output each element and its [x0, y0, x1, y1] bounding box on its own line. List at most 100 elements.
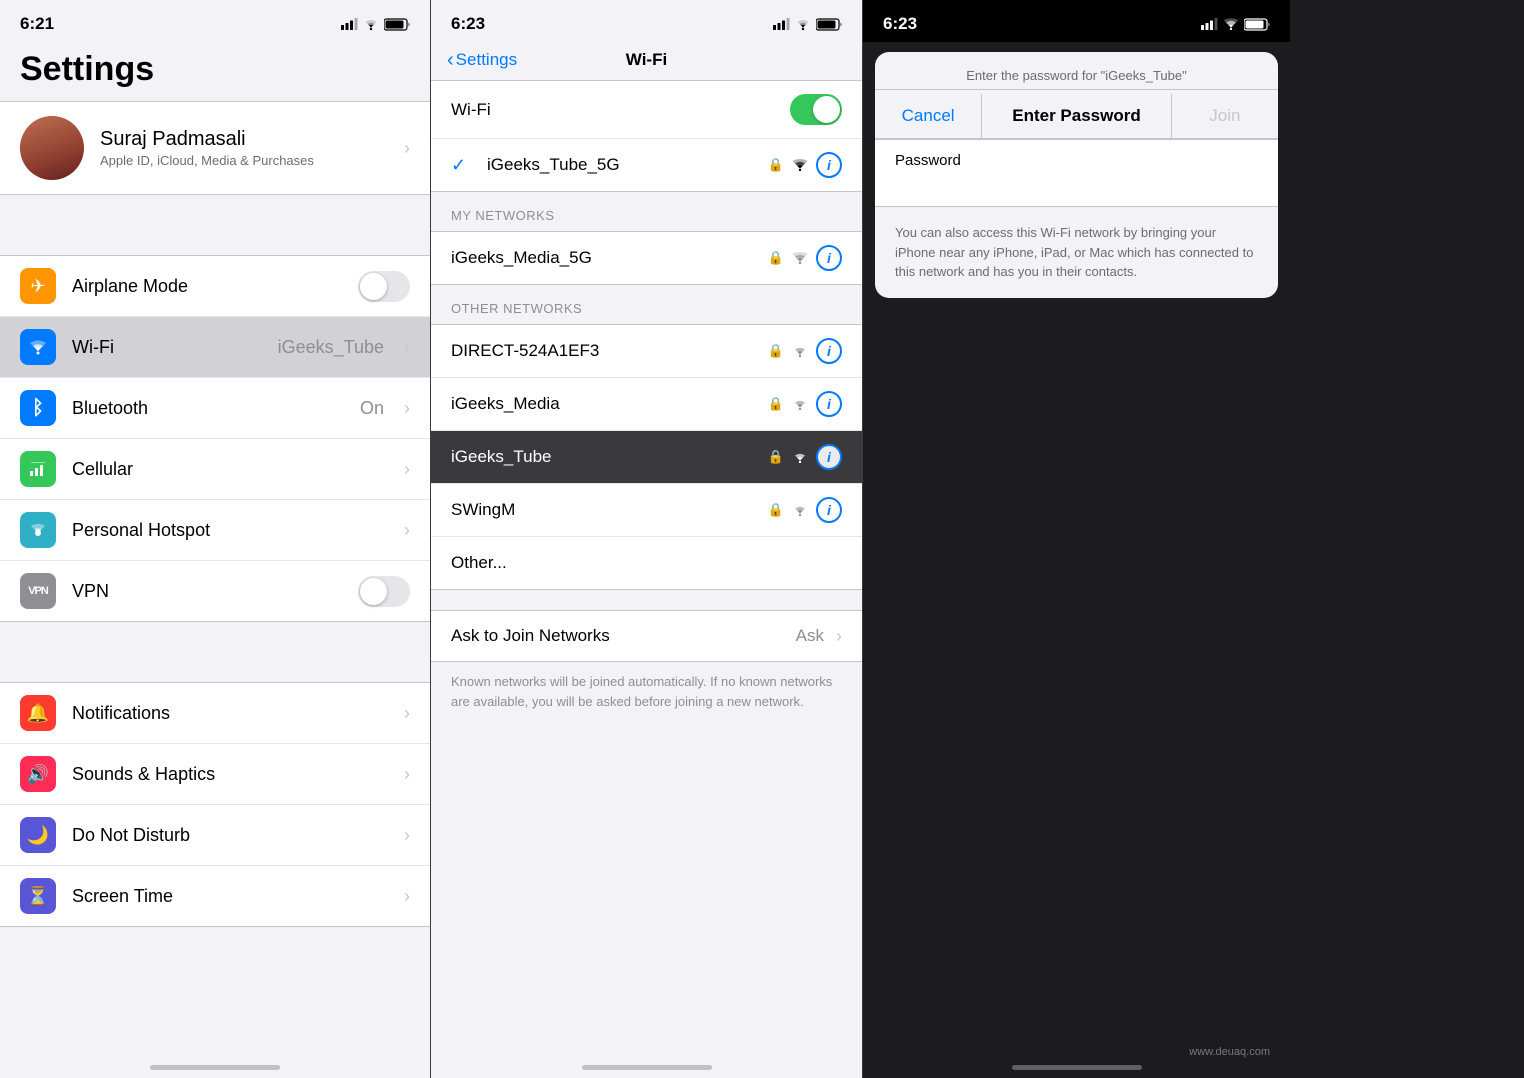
vpn-label: VPN	[72, 581, 342, 602]
wifi-swingm-icon	[792, 504, 808, 516]
lock-current-icon: 🔒	[768, 157, 784, 173]
join-button[interactable]: Join	[1172, 94, 1278, 138]
other-networks-group: DIRECT-524A1EF3 🔒 i iGeeks_Media 🔒	[431, 324, 862, 590]
other-network-swingm[interactable]: SWingM 🔒 i	[431, 484, 862, 537]
settings-back-button[interactable]: ‹ Settings	[447, 49, 517, 72]
notifications-icon: 🔔	[20, 695, 56, 731]
hotspot-label: Personal Hotspot	[72, 520, 388, 541]
cellular-icon	[20, 451, 56, 487]
battery-icon	[384, 18, 410, 31]
other-network-media[interactable]: iGeeks_Media 🔒 i	[431, 378, 862, 431]
airplane-mode-icon: ✈	[20, 268, 56, 304]
cancel-button[interactable]: Cancel	[875, 94, 981, 138]
current-network-row[interactable]: ✓ iGeeks_Tube_5G 🔒 i	[431, 139, 862, 191]
screentime-row[interactable]: ⏳ Screen Time ›	[0, 866, 430, 926]
wifi-strength-current-icon	[792, 159, 808, 171]
direct-icons: 🔒 i	[768, 338, 842, 364]
wifi-status-icon	[363, 18, 379, 30]
wifi-media-icon	[792, 398, 808, 410]
checkmark-icon: ✓	[451, 155, 475, 176]
airplane-mode-row[interactable]: ✈ Airplane Mode	[0, 256, 430, 317]
wifi-master-toggle[interactable]	[790, 94, 842, 125]
current-network-icons: 🔒 i	[768, 152, 842, 178]
media5g-info-btn[interactable]: i	[816, 245, 842, 271]
vpn-row[interactable]: VPN VPN	[0, 561, 430, 621]
settings-group-system: 🔔 Notifications › 🔊 Sounds & Haptics › 🌙…	[0, 682, 430, 927]
settings-panel: 6:21 Settings	[0, 0, 430, 1078]
signal-icon-wifi	[773, 18, 790, 30]
password-hint: You can also access this Wi-Fi network b…	[875, 207, 1278, 298]
cellular-row[interactable]: Cellular ›	[0, 439, 430, 500]
tube-label: iGeeks_Tube	[451, 447, 756, 467]
ask-join-label: Ask to Join Networks	[451, 626, 784, 646]
status-bar-settings: 6:21	[0, 0, 430, 42]
ask-join-chevron-icon: ›	[836, 626, 842, 647]
wifi-strength-media5g-icon	[792, 252, 808, 264]
notifications-row[interactable]: 🔔 Notifications ›	[0, 683, 430, 744]
my-network-media5g-label: iGeeks_Media_5G	[451, 248, 756, 268]
media-label: iGeeks_Media	[451, 394, 756, 414]
notifications-label: Notifications	[72, 703, 388, 724]
airplane-mode-toggle[interactable]	[358, 271, 410, 302]
bluetooth-row[interactable]: ᛒ Bluetooth On ›	[0, 378, 430, 439]
profile-row[interactable]: Suraj Padmasali Apple ID, iCloud, Media …	[0, 101, 430, 195]
signal-icon	[341, 18, 358, 30]
airplane-mode-label: Airplane Mode	[72, 276, 342, 297]
direct-info-btn[interactable]: i	[816, 338, 842, 364]
my-networks-group: iGeeks_Media_5G 🔒 i	[431, 231, 862, 285]
tube-info-btn[interactable]: i	[816, 444, 842, 470]
password-dialog: Enter the password for "iGeeks_Tube" Can…	[875, 52, 1278, 298]
hotspot-chevron-icon: ›	[404, 520, 410, 541]
bluetooth-chevron-icon: ›	[404, 398, 410, 419]
battery-icon-password	[1244, 18, 1270, 31]
wifi-panel: 6:23 ‹ Settings	[430, 0, 862, 1078]
cellular-label: Cellular	[72, 459, 388, 480]
wifi-toggle-row[interactable]: Wi-Fi	[431, 81, 862, 138]
sounds-row[interactable]: 🔊 Sounds & Haptics ›	[0, 744, 430, 805]
vpn-toggle[interactable]	[358, 576, 410, 607]
my-network-media5g[interactable]: iGeeks_Media_5G 🔒 i	[431, 232, 862, 284]
wifi-nav-bar: ‹ Settings Wi-Fi	[431, 42, 862, 80]
other-network-other[interactable]: Other...	[431, 537, 862, 589]
dialog-title-area: Enter the password for "iGeeks_Tube"	[875, 52, 1278, 89]
password-input[interactable]	[875, 173, 1278, 206]
bluetooth-icon: ᛒ	[20, 390, 56, 426]
my-networks-header: MY NETWORKS	[431, 192, 862, 231]
profile-name: Suraj Padmasali	[100, 128, 388, 151]
wifi-nav-title: Wi-Fi	[626, 50, 667, 70]
lock-swingm-icon: 🔒	[768, 502, 784, 518]
profile-chevron-icon: ›	[404, 138, 410, 159]
back-chevron-icon: ‹	[447, 49, 454, 72]
wifi-status-icon-wifi	[795, 18, 811, 30]
password-input-section: Password	[875, 139, 1278, 206]
donotdisturb-label: Do Not Disturb	[72, 825, 388, 846]
ask-join-note: Known networks will be joined automatica…	[431, 662, 862, 721]
status-time-wifi: 6:23	[451, 14, 485, 34]
wifi-row[interactable]: Wi-Fi iGeeks_Tube ›	[0, 317, 430, 378]
donotdisturb-icon: 🌙	[20, 817, 56, 853]
status-icons-settings	[341, 18, 410, 31]
status-time-password: 6:23	[883, 14, 917, 34]
media-info-btn[interactable]: i	[816, 391, 842, 417]
screentime-chevron-icon: ›	[404, 886, 410, 907]
sounds-icon: 🔊	[20, 756, 56, 792]
bluetooth-value: On	[360, 398, 384, 419]
profile-subtitle: Apple ID, iCloud, Media & Purchases	[100, 153, 388, 168]
password-panel: 6:23 Enter the password	[862, 0, 1290, 1078]
ask-join-value: Ask	[796, 626, 824, 646]
other-network-tube[interactable]: iGeeks_Tube 🔒 i	[431, 431, 862, 484]
swingm-info-btn[interactable]: i	[816, 497, 842, 523]
hotspot-row[interactable]: Personal Hotspot ›	[0, 500, 430, 561]
home-indicator-wifi	[582, 1065, 712, 1070]
wifi-direct-icon	[792, 345, 808, 357]
my-network-media5g-icons: 🔒 i	[768, 245, 842, 271]
cellular-chevron-icon: ›	[404, 459, 410, 480]
other-network-direct[interactable]: DIRECT-524A1EF3 🔒 i	[431, 325, 862, 378]
donotdisturb-row[interactable]: 🌙 Do Not Disturb ›	[0, 805, 430, 866]
direct-label: DIRECT-524A1EF3	[451, 341, 756, 361]
current-network-info-btn[interactable]: i	[816, 152, 842, 178]
status-bar-wifi: 6:23	[431, 0, 862, 42]
status-icons-password	[1201, 18, 1270, 31]
ask-join-row[interactable]: Ask to Join Networks Ask ›	[431, 610, 862, 662]
home-indicator-password	[1012, 1065, 1142, 1070]
